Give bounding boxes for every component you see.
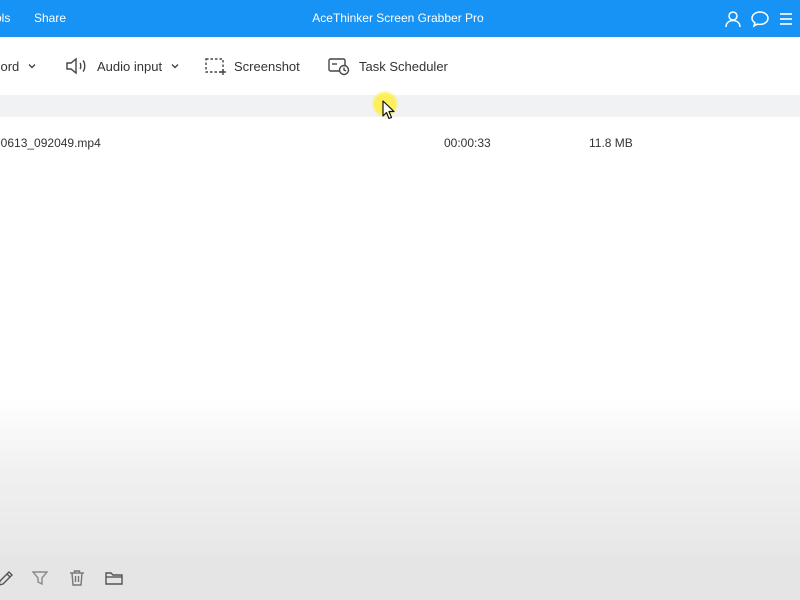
trash-icon[interactable] (67, 568, 87, 588)
screenshot-icon (205, 58, 226, 75)
task-scheduler-icon (328, 58, 350, 76)
app-window: ols Share AceThinker Screen Grabber Pro … (0, 0, 800, 600)
chevron-down-icon[interactable] (170, 61, 180, 71)
task-scheduler-label: Task Scheduler (359, 58, 448, 74)
speaker-icon (66, 57, 86, 75)
record-label: cord (0, 58, 20, 74)
chat-icon[interactable] (750, 9, 770, 29)
file-name: 90613_092049.mp4 (0, 136, 101, 150)
screenshot-label: Screenshot (234, 58, 300, 74)
app-title: AceThinker Screen Grabber Pro (312, 11, 484, 25)
bottom-toolbar (0, 556, 800, 600)
table-row[interactable]: 90613_092049.mp4 00:00:33 11.8 MB (0, 128, 800, 158)
edit-icon[interactable] (0, 568, 16, 588)
file-size: 11.8 MB (589, 136, 633, 150)
record-button[interactable]: cord (0, 53, 37, 79)
file-duration: 00:00:33 (444, 136, 491, 150)
filter-icon[interactable] (30, 568, 50, 588)
user-icon[interactable] (723, 9, 743, 29)
screenshot-button[interactable]: Screenshot (204, 53, 300, 79)
audio-input-label: Audio input (97, 58, 163, 74)
file-list-header (0, 95, 800, 117)
title-bar: ols Share AceThinker Screen Grabber Pro (0, 0, 800, 37)
hamburger-menu-icon[interactable] (776, 9, 796, 29)
audio-input-button[interactable]: Audio input (65, 53, 180, 79)
task-scheduler-button[interactable]: Task Scheduler (327, 53, 448, 79)
toolbar: cord Audio input Screenshot (0, 37, 800, 95)
folder-icon[interactable] (104, 568, 124, 588)
chevron-down-icon[interactable] (27, 61, 37, 71)
